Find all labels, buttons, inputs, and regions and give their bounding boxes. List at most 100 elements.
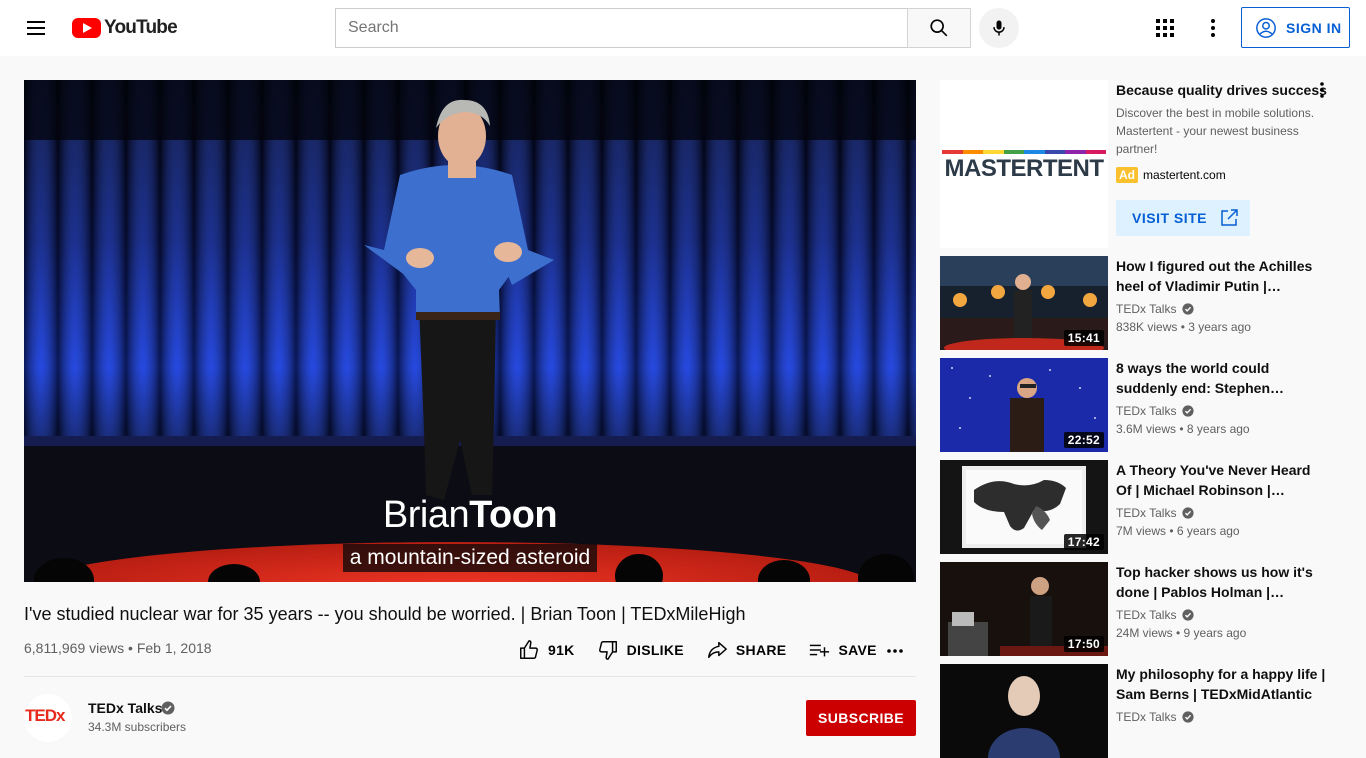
ad-logo-stripes [942, 150, 1106, 154]
video-thumbnail[interactable]: 15:41 [940, 256, 1108, 350]
video-duration: 22:52 [1063, 432, 1104, 448]
video-thumbnail[interactable]: 22:52 [940, 358, 1108, 452]
video-player[interactable]: BrianToon a mountain-sized asteroid [24, 80, 916, 582]
search-input[interactable] [336, 9, 908, 47]
video-view-count-date: 6,811,969 views • Feb 1, 2018 [24, 640, 212, 656]
settings-more-button[interactable] [1197, 12, 1229, 44]
channel-name: TEDx Talks [1116, 302, 1177, 316]
guide-menu-button[interactable] [20, 12, 52, 44]
ad-domain: mastertent.com [1143, 168, 1226, 182]
video-title[interactable]: Top hacker shows us how it's done | Pabl… [1116, 562, 1326, 602]
ad-logo-stripe [1085, 150, 1106, 154]
save-label: SAVE [838, 642, 877, 658]
channel-name: TEDx Talks [1116, 608, 1177, 622]
ad-title[interactable]: Because quality drives success [1116, 82, 1327, 98]
ad-logo-stripe [1065, 150, 1086, 154]
video-channel: TEDx Talks [1116, 404, 1195, 418]
recommended-video[interactable]: 17:42 A Theory You've Never Heard Of | M… [940, 460, 1342, 554]
caption-text: a mountain-sized asteroid [342, 544, 598, 572]
channel-name: TEDx Talks [1116, 506, 1177, 520]
channel-name: TEDx Talks [1116, 710, 1177, 724]
external-link-icon [1221, 209, 1238, 226]
recommended-video[interactable]: 17:50 Top hacker shows us how it's done … [940, 562, 1342, 656]
apps-button[interactable] [1149, 12, 1181, 44]
like-count: 91K [548, 642, 575, 658]
video-title[interactable]: A Theory You've Never Heard Of | Michael… [1116, 460, 1326, 500]
video-more-actions-button[interactable] [886, 640, 904, 663]
video-meta: 3.6M views • 8 years ago [1116, 422, 1250, 436]
channel-avatar[interactable]: TEDx [24, 694, 72, 742]
subscribe-button[interactable]: SUBSCRIBE [806, 700, 916, 736]
video-meta: 24M views • 9 years ago [1116, 626, 1247, 640]
ad-logo-text: MASTERTENT [944, 155, 1105, 182]
search-button[interactable] [907, 8, 971, 48]
channel-avatar-text: TEDx [25, 706, 65, 725]
video-channel: TEDx Talks [1116, 608, 1195, 622]
channel-name: TEDx Talks [1116, 404, 1177, 418]
sign-in-label: SIGN IN [1286, 19, 1342, 36]
ad-logo-stripe [1003, 150, 1024, 154]
video-thumbnail[interactable]: 17:42 [940, 460, 1108, 554]
verified-badge-icon [1182, 303, 1195, 315]
visit-site-button[interactable]: VISIT SITE [1116, 200, 1250, 236]
thumbs-up-icon [520, 640, 538, 659]
verified-badge-icon [161, 701, 175, 720]
video-meta: 7M views • 6 years ago [1116, 524, 1240, 538]
video-title: I've studied nuclear war for 35 years --… [24, 604, 746, 624]
video-title[interactable]: My philosophy for a happy life | Sam Ber… [1116, 664, 1326, 704]
video-thumbnail[interactable] [940, 664, 1108, 758]
video-title[interactable]: How I figured out the Achilles heel of V… [1116, 256, 1326, 296]
video-meta: 838K views • 3 years ago [1116, 320, 1251, 334]
publish-date: Feb 1, 2018 [136, 640, 212, 656]
share-button[interactable]: SHARE [706, 639, 787, 661]
video-actions: 91K DISLIKE SHARE SAVE [518, 636, 899, 664]
recommended-video[interactable]: 22:52 8 ways the world could suddenly en… [940, 358, 1342, 452]
caption-track: a mountain-sized asteroid [24, 544, 916, 572]
share-icon [707, 641, 727, 659]
ad-logo-stripe [1024, 150, 1045, 154]
video-title[interactable]: 8 ways the world could suddenly end: Ste… [1116, 358, 1326, 398]
sidebar-ad: MASTERTENT Because quality drives succes… [940, 80, 1342, 248]
view-count: 6,811,969 views [24, 640, 125, 656]
youtube-play-icon [72, 18, 101, 38]
voice-search-button[interactable] [979, 8, 1019, 48]
verified-badge-icon [1182, 711, 1195, 723]
account-circle-icon [1256, 17, 1276, 38]
channel-name[interactable]: TEDx Talks [88, 700, 162, 716]
ad-image[interactable]: MASTERTENT [940, 80, 1108, 248]
video-channel: TEDx Talks [1116, 710, 1195, 724]
recommended-video[interactable]: My philosophy for a happy life | Sam Ber… [940, 664, 1342, 758]
search-icon [930, 19, 948, 37]
dislike-button[interactable]: DISLIKE [597, 639, 684, 661]
vertical-dots-icon [1320, 82, 1324, 98]
horizontal-dots-icon [887, 649, 903, 653]
video-duration: 15:41 [1063, 330, 1104, 346]
recommended-video[interactable]: 15:41 How I figured out the Achilles hee… [940, 256, 1342, 350]
hamburger-icon [27, 21, 45, 23]
vertical-dots-icon [1211, 19, 1215, 37]
video-duration: 17:42 [1063, 534, 1104, 550]
verified-badge-icon [1182, 507, 1195, 519]
apps-grid-icon [1156, 19, 1174, 37]
ad-logo-stripe [983, 150, 1004, 154]
save-button[interactable]: SAVE [808, 639, 876, 661]
verified-badge-icon [1182, 405, 1195, 417]
dislike-label: DISLIKE [626, 642, 684, 658]
speaker-last-name: Toon [469, 494, 558, 536]
speaker-first-name: Brian [382, 494, 470, 536]
youtube-logo[interactable]: YouTube [72, 17, 178, 39]
search-box [335, 8, 908, 48]
video-thumbnail[interactable]: 17:50 [940, 562, 1108, 656]
sign-in-button[interactable]: SIGN IN [1241, 7, 1350, 48]
thumbnail-image [940, 664, 1108, 758]
playlist-add-icon [810, 644, 830, 657]
share-label: SHARE [735, 642, 787, 658]
masthead: YouTube SIGN IN [0, 0, 1366, 56]
thumbs-down-icon [598, 641, 617, 660]
subscriber-count: 34.3M subscribers [88, 720, 187, 734]
ad-logo-stripe [942, 150, 963, 154]
microphone-icon [993, 20, 1005, 36]
like-button[interactable]: 91K [518, 639, 575, 661]
ad-menu-button[interactable] [1320, 82, 1324, 103]
ad-logo-stripe [962, 150, 983, 154]
